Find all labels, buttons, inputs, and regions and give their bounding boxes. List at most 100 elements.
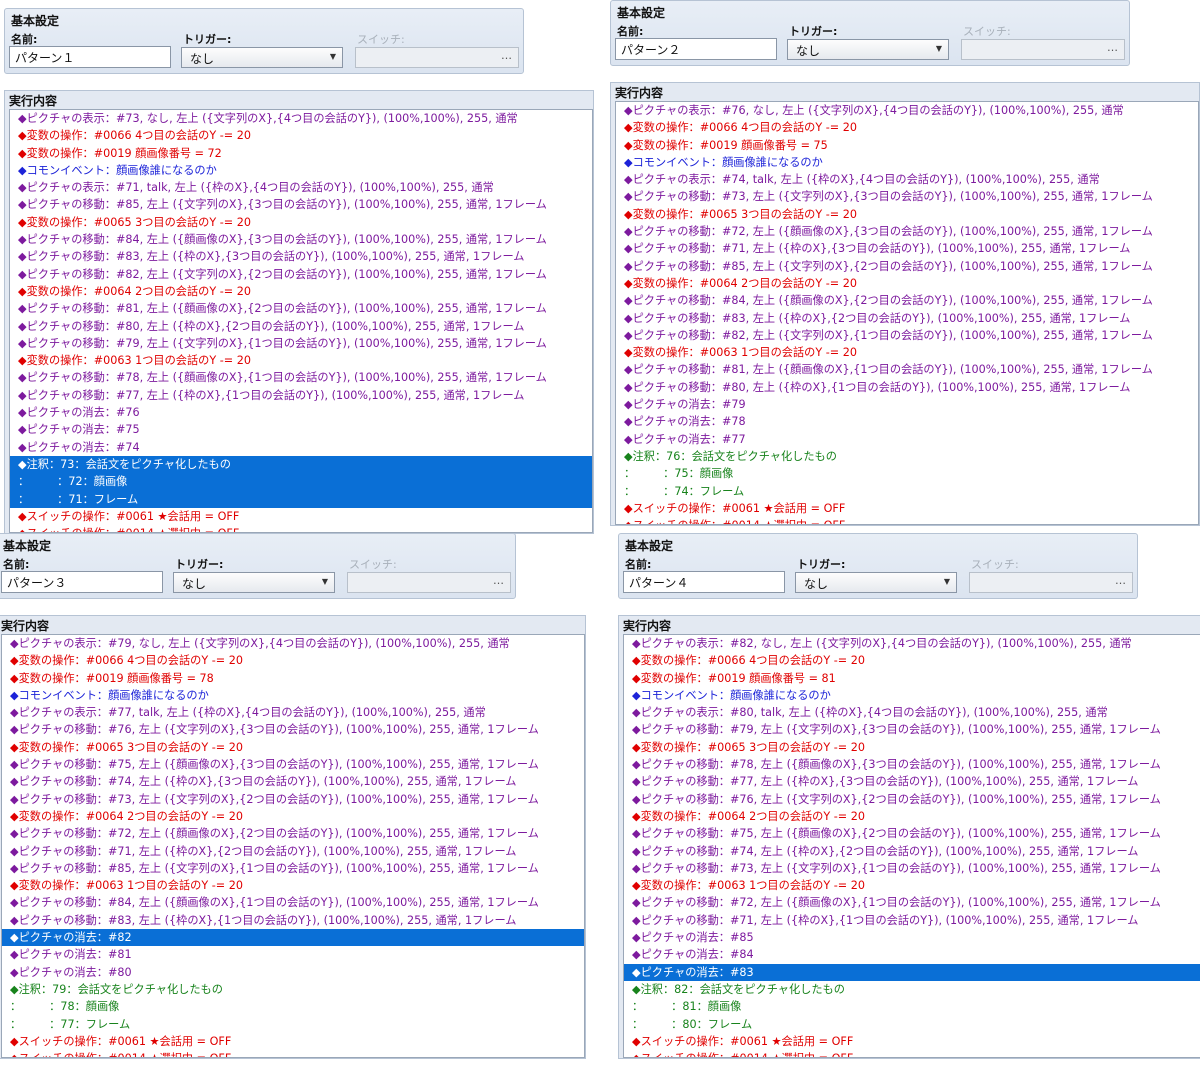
command-row[interactable]: ◆ピクチャの移動：#82, 左上 ({文字列のX},{1つ目の会話のY}), (…: [616, 327, 1198, 344]
command-row[interactable]: ◆ピクチャの移動：#72, 左上 ({顔画像のX},{2つ目の会話のY}), (…: [2, 825, 584, 842]
command-row[interactable]: ◆変数の操作：#0019 顔画像番号 = 75: [616, 137, 1198, 154]
command-row[interactable]: ◆ピクチャの移動：#79, 左上 ({文字列のX},{1つ目の会話のY}), (…: [10, 335, 592, 352]
command-row[interactable]: ： ：71：フレーム: [10, 490, 592, 508]
command-row[interactable]: ◆ピクチャの消去：#74: [10, 439, 592, 456]
command-row[interactable]: ◆ピクチャの移動：#73, 左上 ({文字列のX},{3つ目の会話のY}), (…: [616, 188, 1198, 205]
trigger-select[interactable]: なし ▼: [173, 572, 335, 593]
command-row[interactable]: ◆注釈：79：会話文をピクチャ化したもの: [2, 981, 584, 998]
command-row[interactable]: ： ：81：顔画像: [624, 998, 1200, 1015]
command-row[interactable]: ◆変数の操作：#0065 3つ目の会話のY -= 20: [624, 739, 1200, 756]
command-row[interactable]: ◆変数の操作：#0064 2つ目の会話のY -= 20: [2, 808, 584, 825]
command-row[interactable]: ◆ピクチャの移動：#84, 左上 ({顔画像のX},{3つ目の会話のY}), (…: [10, 231, 592, 248]
name-input[interactable]: パターン１: [9, 46, 171, 68]
command-row[interactable]: ◆スイッチの操作：#0061 ★会話用 = OFF: [616, 500, 1198, 517]
command-row[interactable]: ◆ピクチャの移動：#84, 左上 ({顔画像のX},{1つ目の会話のY}), (…: [2, 894, 584, 911]
command-row[interactable]: ◆変数の操作：#0019 顔画像番号 = 78: [2, 670, 584, 687]
command-row[interactable]: ◆ピクチャの移動：#80, 左上 ({枠のX},{1つ目の会話のY}), (10…: [616, 379, 1198, 396]
command-row[interactable]: ◆変数の操作：#0019 顔画像番号 = 72: [10, 145, 592, 162]
command-row[interactable]: ◆スイッチの操作：#0014 ★選択中 = OFF: [616, 517, 1198, 524]
command-row[interactable]: ◆ピクチャの移動：#76, 左上 ({文字列のX},{3つ目の会話のY}), (…: [2, 721, 584, 738]
command-row[interactable]: ◆変数の操作：#0065 3つ目の会話のY -= 20: [10, 214, 592, 231]
command-row[interactable]: ◆ピクチャの消去：#82: [2, 929, 584, 947]
command-list[interactable]: ◆ピクチャの表示：#82, なし, 左上 ({文字列のX},{4つ目の会話のY}…: [623, 634, 1200, 1058]
command-row[interactable]: ◆ピクチャの表示：#71, talk, 左上 ({枠のX},{4つ目の会話のY}…: [10, 179, 592, 196]
command-row[interactable]: ◆ピクチャの移動：#71, 左上 ({枠のX},{3つ目の会話のY}), (10…: [616, 240, 1198, 257]
command-row[interactable]: ◆ピクチャの消去：#85: [624, 929, 1200, 946]
command-row[interactable]: ◆注釈：82：会話文をピクチャ化したもの: [624, 981, 1200, 998]
command-row[interactable]: ◆コモンイベント：顔画像誰になるのか: [10, 162, 592, 179]
command-row[interactable]: ◆ピクチャの移動：#71, 左上 ({枠のX},{1つ目の会話のY}), (10…: [624, 912, 1200, 929]
command-row[interactable]: ◆変数の操作：#0066 4つ目の会話のY -= 20: [10, 127, 592, 144]
command-row[interactable]: ◆ピクチャの消去：#83: [624, 963, 1200, 981]
command-row[interactable]: ： ：77：フレーム: [2, 1016, 584, 1033]
command-row[interactable]: ◆ピクチャの移動：#77, 左上 ({枠のX},{1つ目の会話のY}), (10…: [10, 387, 592, 404]
switch-browse-button[interactable]: …: [493, 574, 504, 587]
command-row[interactable]: ◆ピクチャの移動：#77, 左上 ({枠のX},{3つ目の会話のY}), (10…: [624, 773, 1200, 790]
command-row[interactable]: ◆コモンイベント：顔画像誰になるのか: [2, 687, 584, 704]
command-row[interactable]: ◆ピクチャの移動：#83, 左上 ({枠のX},{2つ目の会話のY}), (10…: [616, 310, 1198, 327]
command-row[interactable]: ◆変数の操作：#0064 2つ目の会話のY -= 20: [624, 808, 1200, 825]
command-row[interactable]: ◆ピクチャの移動：#85, 左上 ({文字列のX},{2つ目の会話のY}), (…: [616, 258, 1198, 275]
switch-browse-button[interactable]: …: [501, 49, 512, 62]
command-row[interactable]: ◆ピクチャの移動：#85, 左上 ({文字列のX},{3つ目の会話のY}), (…: [10, 196, 592, 213]
switch-browse-button[interactable]: …: [1115, 574, 1126, 587]
command-row[interactable]: ◆ピクチャの移動：#81, 左上 ({顔画像のX},{2つ目の会話のY}), (…: [10, 300, 592, 317]
command-row[interactable]: ： ：72：顔画像: [10, 473, 592, 491]
trigger-select[interactable]: なし ▼: [181, 47, 343, 68]
command-row[interactable]: ◆ピクチャの消去：#76: [10, 404, 592, 421]
command-row[interactable]: ◆変数の操作：#0066 4つ目の会話のY -= 20: [624, 652, 1200, 669]
name-input[interactable]: パターン３: [1, 571, 163, 593]
command-row[interactable]: ◆ピクチャの消去：#79: [616, 396, 1198, 413]
command-row[interactable]: ◆ピクチャの移動：#75, 左上 ({顔画像のX},{2つ目の会話のY}), (…: [624, 825, 1200, 842]
command-list[interactable]: ◆ピクチャの表示：#76, なし, 左上 ({文字列のX},{4つ目の会話のY}…: [615, 101, 1199, 525]
command-row[interactable]: ◆ピクチャの移動：#81, 左上 ({顔画像のX},{1つ目の会話のY}), (…: [616, 361, 1198, 378]
command-row[interactable]: ◆変数の操作：#0063 1つ目の会話のY -= 20: [624, 877, 1200, 894]
command-row[interactable]: ◆ピクチャの移動：#78, 左上 ({顔画像のX},{1つ目の会話のY}), (…: [10, 369, 592, 386]
trigger-select[interactable]: なし ▼: [787, 39, 949, 60]
command-row[interactable]: ◆変数の操作：#0063 1つ目の会話のY -= 20: [616, 344, 1198, 361]
command-row[interactable]: ◆変数の操作：#0064 2つ目の会話のY -= 20: [10, 283, 592, 300]
name-input[interactable]: パターン２: [615, 38, 777, 60]
command-row[interactable]: ◆ピクチャの移動：#84, 左上 ({顔画像のX},{2つ目の会話のY}), (…: [616, 292, 1198, 309]
command-row[interactable]: ◆スイッチの操作：#0014 ★選択中 = OFF: [2, 1050, 584, 1057]
switch-browse-button[interactable]: …: [1107, 41, 1118, 54]
command-row[interactable]: ◆変数の操作：#0066 4つ目の会話のY -= 20: [2, 652, 584, 669]
command-row[interactable]: ◆コモンイベント：顔画像誰になるのか: [624, 687, 1200, 704]
command-row[interactable]: ◆ピクチャの移動：#79, 左上 ({文字列のX},{3つ目の会話のY}), (…: [624, 721, 1200, 738]
command-row[interactable]: ◆注釈：73：会話文をピクチャ化したもの: [10, 455, 592, 474]
command-row[interactable]: ◆変数の操作：#0065 3つ目の会話のY -= 20: [616, 206, 1198, 223]
command-row[interactable]: ： ：74：フレーム: [616, 483, 1198, 500]
command-row[interactable]: ◆ピクチャの消去：#81: [2, 946, 584, 963]
command-row[interactable]: ◆変数の操作：#0066 4つ目の会話のY -= 20: [616, 119, 1198, 136]
command-row[interactable]: ◆ピクチャの消去：#77: [616, 431, 1198, 448]
command-row[interactable]: ◆スイッチの操作：#0014 ★選択中 = OFF: [624, 1050, 1200, 1057]
command-row[interactable]: ◆ピクチャの移動：#78, 左上 ({顔画像のX},{3つ目の会話のY}), (…: [624, 756, 1200, 773]
command-row[interactable]: ◆ピクチャの表示：#73, なし, 左上 ({文字列のX},{4つ目の会話のY}…: [10, 110, 592, 127]
command-row[interactable]: ◆ピクチャの表示：#80, talk, 左上 ({枠のX},{4つ目の会話のY}…: [624, 704, 1200, 721]
command-row[interactable]: ◆ピクチャの消去：#84: [624, 946, 1200, 963]
command-row[interactable]: ◆ピクチャの移動：#74, 左上 ({枠のX},{3つ目の会話のY}), (10…: [2, 773, 584, 790]
command-list[interactable]: ◆ピクチャの表示：#79, なし, 左上 ({文字列のX},{4つ目の会話のY}…: [1, 634, 585, 1058]
command-row[interactable]: ◆スイッチの操作：#0061 ★会話用 = OFF: [10, 508, 592, 525]
command-row[interactable]: ◆ピクチャの移動：#74, 左上 ({枠のX},{2つ目の会話のY}), (10…: [624, 843, 1200, 860]
trigger-select[interactable]: なし ▼: [795, 572, 957, 593]
command-row[interactable]: ◆ピクチャの移動：#72, 左上 ({顔画像のX},{1つ目の会話のY}), (…: [624, 894, 1200, 911]
command-row[interactable]: ◆ピクチャの移動：#72, 左上 ({顔画像のX},{3つ目の会話のY}), (…: [616, 223, 1198, 240]
command-row[interactable]: ◆注釈：76：会話文をピクチャ化したもの: [616, 448, 1198, 465]
command-row[interactable]: ◆変数の操作：#0063 1つ目の会話のY -= 20: [2, 877, 584, 894]
command-row[interactable]: ◆ピクチャの表示：#82, なし, 左上 ({文字列のX},{4つ目の会話のY}…: [624, 635, 1200, 652]
command-row[interactable]: ◆ピクチャの消去：#75: [10, 421, 592, 438]
command-row[interactable]: ： ：75：顔画像: [616, 465, 1198, 482]
command-row[interactable]: ◆変数の操作：#0019 顔画像番号 = 81: [624, 670, 1200, 687]
command-row[interactable]: ◆変数の操作：#0064 2つ目の会話のY -= 20: [616, 275, 1198, 292]
command-row[interactable]: ： ：78：顔画像: [2, 998, 584, 1015]
command-row[interactable]: ◆ピクチャの表示：#77, talk, 左上 ({枠のX},{4つ目の会話のY}…: [2, 704, 584, 721]
command-row[interactable]: ◆ピクチャの移動：#71, 左上 ({枠のX},{2つ目の会話のY}), (10…: [2, 843, 584, 860]
command-row[interactable]: ◆スイッチの操作：#0014 ★選択中 = OFF: [10, 525, 592, 532]
command-row[interactable]: ◆変数の操作：#0063 1つ目の会話のY -= 20: [10, 352, 592, 369]
command-row[interactable]: ◆ピクチャの移動：#76, 左上 ({文字列のX},{2つ目の会話のY}), (…: [624, 791, 1200, 808]
command-row[interactable]: ◆スイッチの操作：#0061 ★会話用 = OFF: [2, 1033, 584, 1050]
name-input[interactable]: パターン４: [623, 571, 785, 593]
command-list[interactable]: ◆ピクチャの表示：#73, なし, 左上 ({文字列のX},{4つ目の会話のY}…: [9, 109, 593, 533]
command-row[interactable]: ◆ピクチャの移動：#82, 左上 ({文字列のX},{2つ目の会話のY}), (…: [10, 266, 592, 283]
